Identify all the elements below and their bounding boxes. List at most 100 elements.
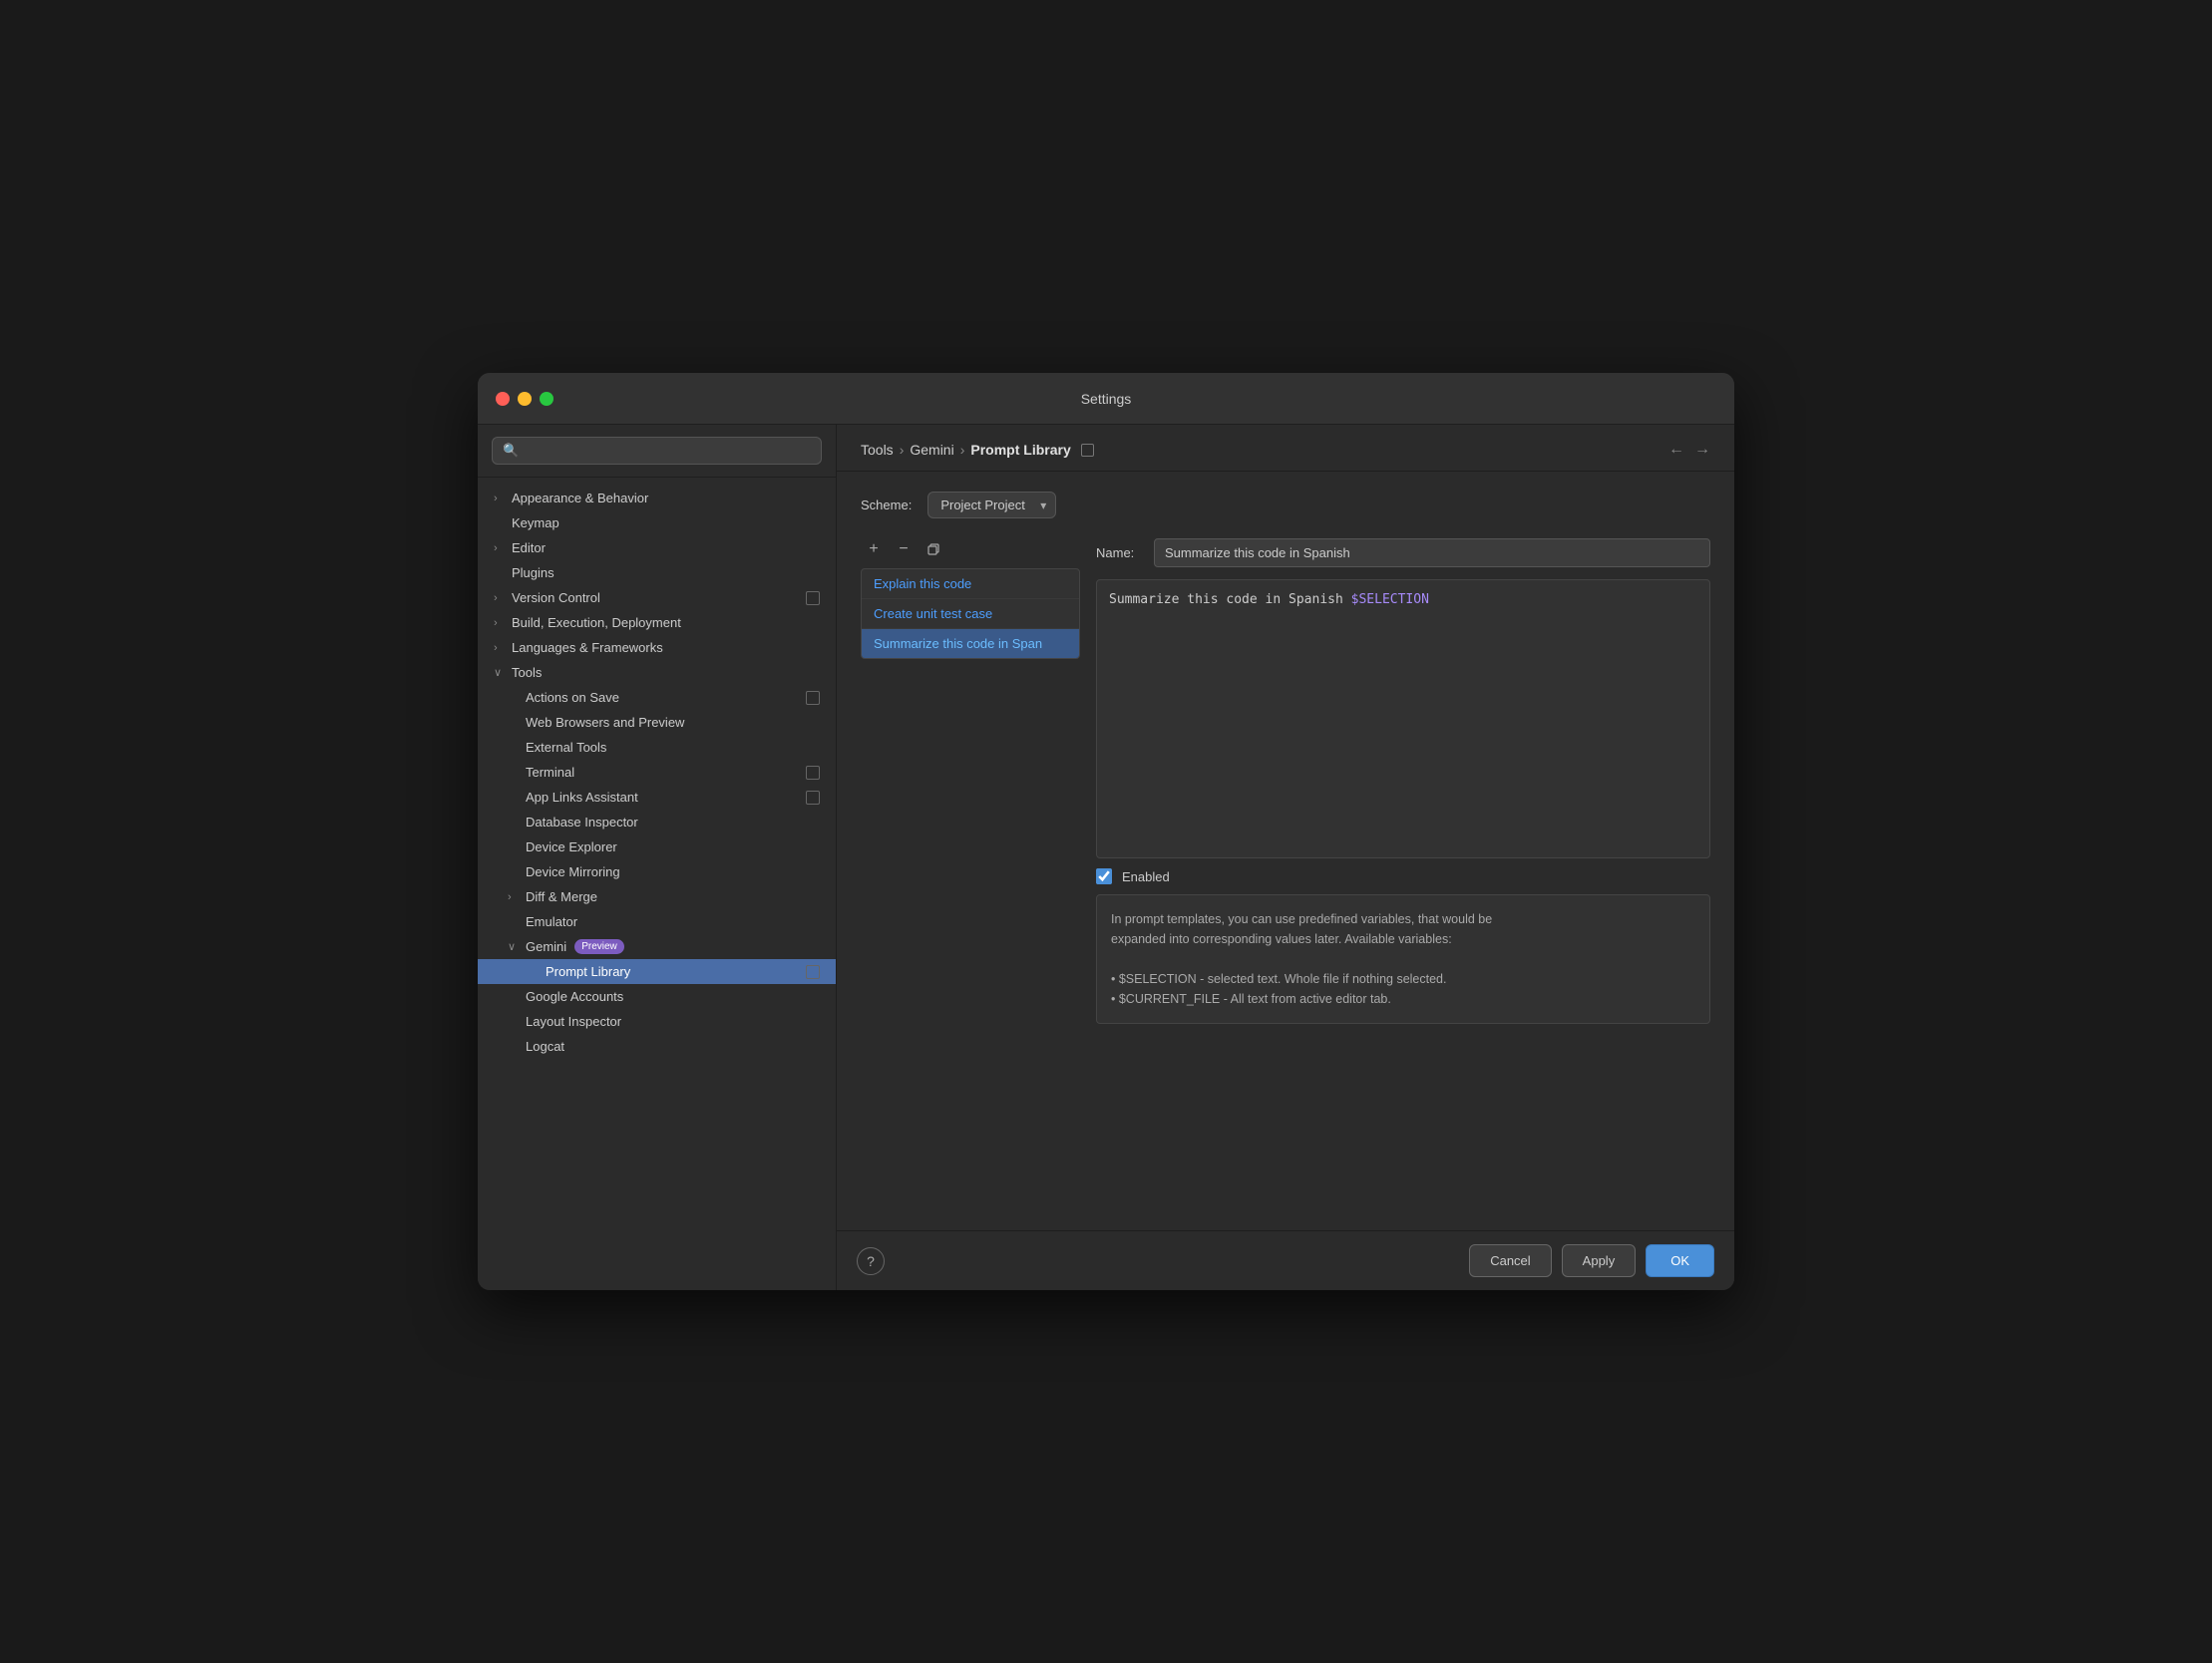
- sidebar-item-label: Build, Execution, Deployment: [512, 615, 681, 630]
- enabled-label: Enabled: [1122, 869, 1170, 884]
- sidebar-item-version-control[interactable]: › Version Control: [478, 585, 836, 610]
- enabled-checkbox[interactable]: [1096, 868, 1112, 884]
- chevron-icon: ›: [494, 542, 506, 554]
- sidebar-item-layout-inspector[interactable]: Layout Inspector: [478, 1009, 836, 1034]
- sidebar-item-external-tools[interactable]: External Tools: [478, 735, 836, 760]
- sidebar-item-label: Editor: [512, 540, 546, 555]
- sidebar: 🔍 › Appearance & Behavior Keymap › Edito…: [478, 425, 837, 1290]
- sidebar-item-device-explorer[interactable]: Device Explorer: [478, 834, 836, 859]
- list-toolbar: + −: [861, 538, 1080, 560]
- sidebar-item-label: Gemini: [526, 939, 566, 954]
- sidebar-item-actions-on-save[interactable]: Actions on Save: [478, 685, 836, 710]
- content-body: Scheme: Project Project + −: [837, 472, 1734, 1230]
- sidebar-nav: › Appearance & Behavior Keymap › Editor …: [478, 478, 836, 1290]
- sidebar-item-plugins[interactable]: Plugins: [478, 560, 836, 585]
- preview-badge: Preview: [574, 939, 624, 954]
- traffic-lights: [496, 392, 553, 406]
- sidebar-item-label: Tools: [512, 665, 542, 680]
- back-arrow[interactable]: ←: [1668, 441, 1684, 459]
- chevron-icon: ›: [494, 592, 506, 604]
- sidebar-item-label: Appearance & Behavior: [512, 491, 648, 505]
- prompt-item-label: Create unit test case: [874, 606, 992, 621]
- sidebar-item-web-browsers[interactable]: Web Browsers and Preview: [478, 710, 836, 735]
- sidebar-item-database-inspector[interactable]: Database Inspector: [478, 810, 836, 834]
- chevron-icon: ∨: [494, 666, 506, 679]
- breadcrumb-current: Prompt Library: [970, 442, 1070, 458]
- prompt-item-explain[interactable]: Explain this code: [862, 569, 1079, 599]
- minimize-button[interactable]: [518, 392, 532, 406]
- sidebar-item-editor[interactable]: › Editor: [478, 535, 836, 560]
- scheme-select-wrapper[interactable]: Project Project: [927, 492, 1056, 518]
- info-box: In prompt templates, you can use predefi…: [1096, 894, 1710, 1024]
- action-buttons: Cancel Apply OK: [1469, 1244, 1714, 1277]
- ok-button[interactable]: OK: [1646, 1244, 1714, 1277]
- sidebar-item-gemini[interactable]: ∨ Gemini Preview: [478, 934, 836, 959]
- sidebar-item-app-links[interactable]: App Links Assistant: [478, 785, 836, 810]
- sidebar-item-appearance[interactable]: › Appearance & Behavior: [478, 486, 836, 510]
- info-line-1: In prompt templates, you can use predefi…: [1111, 912, 1492, 946]
- sidebar-item-label: Web Browsers and Preview: [526, 715, 684, 730]
- name-input[interactable]: [1154, 538, 1710, 567]
- enabled-row: Enabled: [1096, 868, 1710, 884]
- breadcrumb-indicator: [1081, 444, 1094, 457]
- copy-prompt-button[interactable]: [921, 538, 946, 560]
- prompt-item-summarize[interactable]: Summarize this code in Span: [862, 629, 1079, 658]
- indicator-icon: [806, 691, 820, 705]
- maximize-button[interactable]: [540, 392, 553, 406]
- prompt-list: Explain this code Create unit test case …: [861, 568, 1080, 659]
- sidebar-item-terminal[interactable]: Terminal: [478, 760, 836, 785]
- sidebar-item-tools[interactable]: ∨ Tools: [478, 660, 836, 685]
- chevron-icon: ›: [494, 642, 506, 654]
- sidebar-item-keymap[interactable]: Keymap: [478, 510, 836, 535]
- sidebar-item-label: Layout Inspector: [526, 1014, 621, 1029]
- breadcrumb-sep-1: ›: [900, 442, 905, 458]
- help-button[interactable]: ?: [857, 1247, 885, 1275]
- sidebar-item-label: Terminal: [526, 765, 574, 780]
- sidebar-item-label: Keymap: [512, 515, 559, 530]
- sidebar-item-device-mirroring[interactable]: Device Mirroring: [478, 859, 836, 884]
- prompt-variable: $SELECTION: [1351, 592, 1429, 607]
- prompt-item-unit-test[interactable]: Create unit test case: [862, 599, 1079, 629]
- cancel-button[interactable]: Cancel: [1469, 1244, 1551, 1277]
- sidebar-item-build[interactable]: › Build, Execution, Deployment: [478, 610, 836, 635]
- prompt-editor-area[interactable]: Summarize this code in Spanish $SELECTIO…: [1096, 579, 1710, 858]
- sidebar-item-logcat[interactable]: Logcat: [478, 1034, 836, 1059]
- sidebar-item-label: External Tools: [526, 740, 606, 755]
- sidebar-item-emulator[interactable]: Emulator: [478, 909, 836, 934]
- bottom-bar: ? Cancel Apply OK: [837, 1230, 1734, 1290]
- sidebar-item-label: Emulator: [526, 914, 577, 929]
- sidebar-item-label: Device Mirroring: [526, 864, 620, 879]
- prompt-list-panel: + − Explain this code: [861, 538, 1080, 1024]
- remove-prompt-button[interactable]: −: [891, 538, 917, 560]
- main-content: 🔍 › Appearance & Behavior Keymap › Edito…: [478, 425, 1734, 1290]
- indicator-icon: [806, 791, 820, 805]
- close-button[interactable]: [496, 392, 510, 406]
- sidebar-item-label: App Links Assistant: [526, 790, 638, 805]
- sidebar-item-label: Logcat: [526, 1039, 564, 1054]
- forward-arrow[interactable]: →: [1694, 441, 1710, 459]
- sidebar-item-prompt-library[interactable]: Prompt Library: [478, 959, 836, 984]
- breadcrumb-bar: Tools › Gemini › Prompt Library ← →: [837, 425, 1734, 472]
- sidebar-item-diff-merge[interactable]: › Diff & Merge: [478, 884, 836, 909]
- sidebar-item-google-accounts[interactable]: Google Accounts: [478, 984, 836, 1009]
- prompt-item-label: Explain this code: [874, 576, 971, 591]
- search-wrapper[interactable]: 🔍: [492, 437, 822, 465]
- sidebar-item-languages[interactable]: › Languages & Frameworks: [478, 635, 836, 660]
- sidebar-item-label: Diff & Merge: [526, 889, 597, 904]
- scheme-select[interactable]: Project Project: [927, 492, 1056, 518]
- chevron-icon: ›: [494, 493, 506, 504]
- prompt-item-label: Summarize this code in Span: [874, 636, 1042, 651]
- copy-icon: [926, 542, 940, 556]
- chevron-icon: ›: [508, 891, 520, 903]
- titlebar: Settings: [478, 373, 1734, 425]
- sidebar-item-label: Google Accounts: [526, 989, 623, 1004]
- add-prompt-button[interactable]: +: [861, 538, 887, 560]
- sidebar-item-label: Plugins: [512, 565, 554, 580]
- chevron-icon: ›: [494, 617, 506, 629]
- name-label: Name:: [1096, 545, 1142, 560]
- sidebar-item-label: Prompt Library: [546, 964, 630, 979]
- scheme-row: Scheme: Project Project: [861, 492, 1710, 518]
- search-input[interactable]: [525, 444, 811, 459]
- scheme-label: Scheme:: [861, 498, 912, 512]
- apply-button[interactable]: Apply: [1562, 1244, 1637, 1277]
